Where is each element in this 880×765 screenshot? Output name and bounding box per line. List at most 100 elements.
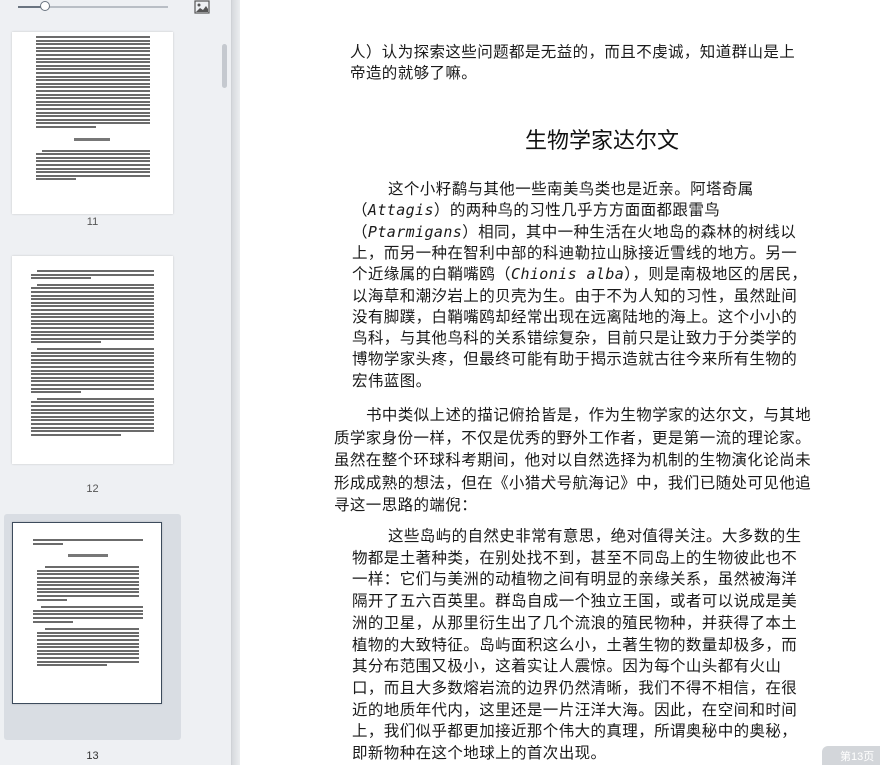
thumbnail-text-line xyxy=(37,595,139,597)
thumbnail-text-line xyxy=(31,369,154,372)
thumbnail-page-13[interactable]: 13 xyxy=(4,514,181,762)
thumbnail-text-line xyxy=(42,149,150,152)
thumbnail-text-line xyxy=(31,384,154,386)
text-line: 以海草和潮汐岩上的贝壳为生。由于不为人知的习性，虽然趾间 xyxy=(352,286,798,305)
thumbnail-text-line xyxy=(36,39,150,42)
text-segment: ）的两种鸟的习性几乎方方面面都跟雷鸟 xyxy=(433,201,721,220)
text-line: 物都是土著种类，在别处找不到，甚至不同岛上的生物彼此也不 xyxy=(352,548,798,567)
thumbnail-text-line xyxy=(31,312,154,315)
thumbnail-text-line xyxy=(41,606,143,609)
thumbnail-text-line xyxy=(36,160,150,163)
text-line: 隔开了五六百英里。群岛自成一个独立王国，或者可以说成是美 xyxy=(352,592,798,611)
thumbnail-text-line xyxy=(36,36,150,38)
image-icon[interactable] xyxy=(194,0,210,14)
thumbnail-text-line xyxy=(31,408,154,411)
text-line: 虽然在整个环球科考期间，他对以自然选择为机制的生物演化论尚未 xyxy=(334,451,812,469)
text-line: 帝造的就够了嘛。 xyxy=(350,64,478,82)
thumbnail-text-line xyxy=(31,316,154,319)
thumbnail-text-line xyxy=(31,309,154,311)
zoom-slider-handle[interactable] xyxy=(40,1,50,11)
thumbnail-page-12[interactable]: 12 xyxy=(4,246,181,495)
thumbnail-text-line xyxy=(37,348,154,350)
text-line: 上，而另一种在智利中部的科迪勒拉山脉接近雪线的地方。另一 xyxy=(352,243,798,262)
thumbnail-text-line xyxy=(36,156,150,159)
thumbnail-page-11[interactable]: 11 xyxy=(4,18,181,228)
text-line: 一样：它们与美洲的动植物之间有明显的亲缘关系，虽然被海洋 xyxy=(352,570,798,589)
thumbnail-text-line xyxy=(36,153,150,156)
thumbnail-sidebar: 11 12 13 xyxy=(0,0,231,765)
thumbnail-text-line xyxy=(36,82,150,85)
thumbnail-text-line xyxy=(37,591,139,594)
thumbnail-page-number: 11 xyxy=(86,216,99,228)
thumbnail-text-line xyxy=(33,613,143,616)
text-line: 宏伟蓝图。 xyxy=(352,371,432,390)
thumbnail-text-line xyxy=(36,93,150,96)
text-line: 人）认为探索这些问题都是无益的，而且不虔诚，知道群山是上 xyxy=(350,43,796,61)
thumbnail-text-line xyxy=(45,628,139,631)
latin-name: Chionis alba xyxy=(511,265,625,284)
thumbnail-text-line xyxy=(37,283,154,286)
thumbnail-text-line xyxy=(31,355,154,358)
thumbnail-text-line xyxy=(31,423,154,425)
thumbnail-text-line xyxy=(31,351,154,354)
thumbnail-text-line xyxy=(36,64,150,67)
thumbnail-page-number: 12 xyxy=(86,483,99,495)
thumbnail-text-line xyxy=(31,334,154,337)
thumbnail-text-line xyxy=(31,337,154,340)
thumbnail-text-line xyxy=(36,72,150,74)
thumbnail-text-line xyxy=(36,111,150,114)
text-segment: ），则是南极地区的居民， xyxy=(624,265,808,284)
thumbnail-page-image xyxy=(12,256,173,464)
text-segment: ）相同，其中一种生活在火地岛的森林的树线以 xyxy=(462,222,797,241)
zoom-slider-track[interactable] xyxy=(18,1,168,11)
thumbnail-text-line xyxy=(31,273,154,276)
thumbnail-text-line xyxy=(36,115,150,118)
thumbnail-text-line xyxy=(37,397,154,400)
thumbnail-text-line xyxy=(37,598,67,601)
thumbnail-text-line xyxy=(37,642,139,645)
thumbnail-page-number: 13 xyxy=(86,750,99,762)
text-line: 即新物种在这个地球上的首次出现。 xyxy=(352,744,607,762)
thumbnail-text-line xyxy=(37,649,139,652)
thumbnail-text-line xyxy=(37,664,107,667)
page-indicator-badge: 第13页 xyxy=(822,746,880,765)
thumbnail-text-line xyxy=(31,287,154,290)
thumbnail-heading-line xyxy=(68,554,108,558)
text-line: 其分布范围又极小，这着实让人震惊。因为每个山头都有火山 xyxy=(352,657,782,676)
text-line: 植物的大致特征。岛屿面积这么小，土著生物的数量却极多，而 xyxy=(352,635,798,654)
thumbnail-text-line xyxy=(33,620,73,623)
thumbnail-heading-line xyxy=(74,137,110,141)
thumbnail-text-line xyxy=(36,108,150,110)
section-heading: 生物学家达尔文 xyxy=(525,129,680,154)
thumbnail-text-line xyxy=(37,577,139,579)
thumbnail-text-line xyxy=(37,660,139,663)
thumbnail-text-line xyxy=(31,433,121,436)
text-segment: （ xyxy=(352,222,368,241)
thumbnail-text-line xyxy=(33,617,143,619)
thumbnail-text-line xyxy=(36,61,150,64)
thumbnail-page-image xyxy=(12,32,173,214)
thumbnail-text-line xyxy=(37,587,139,590)
thumbnail-text-line xyxy=(31,362,154,365)
thumbnail-text-line xyxy=(37,580,139,583)
thumbnail-text-line xyxy=(37,631,139,634)
text-line: 上，我们似乎都更加接近那个伟大的真理，所谓奥秘中的奥秘， xyxy=(352,722,798,741)
text-line: 鸟科，与其他鸟科的关系错综复杂，目前只是让致力于分类学的 xyxy=(352,329,798,348)
thumbnail-text-line xyxy=(33,539,143,541)
thumbnail-text-line xyxy=(36,75,150,78)
document-page: 人）认为探索这些问题都是无益的，而且不虔诚，知道群山是上 帝造的就够了嘛。 生物… xyxy=(240,0,880,765)
thumbnail-text-line xyxy=(31,391,81,394)
sidebar-resize-handle[interactable] xyxy=(231,0,240,765)
thumbnail-text-line xyxy=(37,653,139,656)
thumbnail-text-line xyxy=(37,635,139,638)
text-segment: （ xyxy=(352,201,368,220)
thumbnail-text-line xyxy=(31,373,154,376)
thumbnail-text-line xyxy=(31,405,154,407)
thumbnail-text-line xyxy=(31,330,154,333)
text-line: （Ptarmigans）相同，其中一种生活在火地岛的森林的树线以 xyxy=(352,222,796,243)
thumbnail-text-line xyxy=(36,104,150,107)
sidebar-scrollbar[interactable] xyxy=(222,44,227,88)
thumbnail-text-line xyxy=(31,380,154,383)
thumbnail-text-line xyxy=(36,54,150,56)
thumbnail-text-line xyxy=(37,569,139,572)
